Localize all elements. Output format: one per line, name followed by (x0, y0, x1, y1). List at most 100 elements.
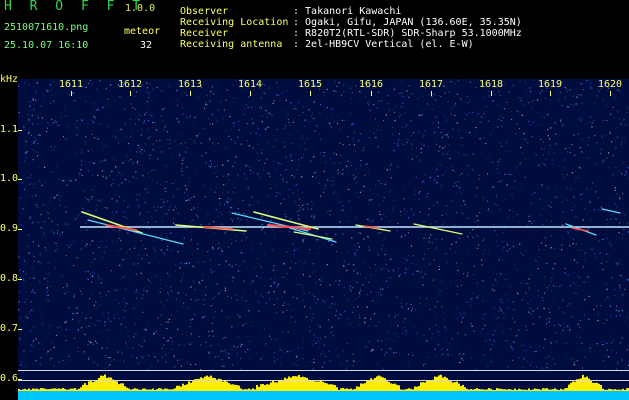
time-tick-mark (71, 91, 72, 96)
level-bar (474, 389, 476, 391)
time-tick-mark (550, 91, 551, 96)
level-bar (524, 389, 526, 391)
time-tick-label: 1612 (118, 79, 143, 90)
level-bar (390, 383, 392, 391)
frequency-tick-label: 0.7 (0, 323, 19, 334)
level-bar (348, 389, 350, 391)
level-bar (402, 389, 404, 391)
level-bar (112, 379, 114, 391)
level-bar (554, 388, 556, 391)
frequency-tick-mark (18, 379, 22, 380)
time-tick-label: 1620 (598, 79, 623, 90)
level-bar (448, 379, 450, 391)
level-bar (268, 384, 270, 391)
level-bar (64, 388, 66, 391)
level-bar (206, 375, 208, 391)
level-bar (238, 385, 240, 391)
level-bar (508, 389, 510, 391)
image-filename: 2510071610.png (4, 22, 89, 33)
frequency-tick-label: 1.0 (0, 173, 19, 184)
meteor-echo-streak (601, 208, 621, 214)
level-bar (528, 388, 530, 391)
level-bar (388, 381, 390, 391)
level-bar (334, 385, 336, 391)
level-bar (90, 381, 92, 391)
time-tick-mark (310, 91, 311, 96)
level-bar (190, 382, 192, 391)
level-bar (266, 384, 268, 391)
level-bar (94, 381, 96, 391)
level-bar (354, 388, 356, 391)
level-bar (236, 385, 238, 391)
frequency-tick-mark (18, 229, 22, 230)
level-bar (568, 384, 570, 391)
level-bar (154, 390, 156, 391)
level-bar (298, 375, 300, 391)
level-bar (26, 389, 28, 391)
level-bar (326, 383, 328, 391)
level-bar (58, 388, 60, 391)
level-bar (172, 389, 174, 391)
level-bar (250, 389, 252, 391)
level-bar (358, 386, 360, 391)
level-bar (458, 383, 460, 391)
meteor-echo-streak (293, 231, 333, 240)
level-bar (434, 376, 436, 391)
level-bar (410, 388, 412, 391)
level-bar (132, 388, 134, 391)
level-bar (262, 384, 264, 391)
level-bar (100, 375, 102, 391)
time-tick-label: 1613 (178, 79, 203, 90)
level-bar (144, 388, 146, 391)
level-bar (38, 389, 40, 391)
level-bar (592, 382, 594, 391)
level-bar (520, 389, 522, 391)
level-bar (552, 389, 554, 391)
level-bar (480, 389, 482, 391)
level-bar (620, 389, 622, 391)
time-tick-label: 1614 (238, 79, 263, 90)
level-bar (288, 376, 290, 391)
level-bar (612, 389, 614, 391)
level-bar (404, 389, 406, 391)
level-bar (320, 380, 322, 391)
level-bar (488, 388, 490, 391)
time-tick-label: 1618 (479, 79, 504, 90)
frequency-tick-mark (18, 279, 22, 280)
level-bar (240, 388, 242, 391)
meteor-echo-streak (87, 219, 184, 245)
level-bar (230, 384, 232, 391)
level-bar (546, 388, 548, 391)
level-bar (254, 389, 256, 391)
level-bar (610, 389, 612, 391)
level-bar (380, 376, 382, 391)
time-tick-mark (491, 91, 492, 96)
level-bar (104, 374, 106, 391)
level-bar (208, 376, 210, 391)
level-bar (92, 382, 94, 391)
level-bar (56, 388, 58, 391)
level-bar (544, 388, 546, 391)
level-bar (124, 386, 126, 391)
level-bar (490, 388, 492, 391)
level-bar (34, 388, 36, 391)
level-bar (454, 382, 456, 391)
frequency-tick-mark (18, 179, 22, 180)
level-bar (170, 389, 172, 391)
level-bar (168, 389, 170, 391)
level-bar (462, 384, 464, 391)
level-bar (464, 387, 466, 391)
level-bar (224, 380, 226, 391)
level-bar (336, 387, 338, 391)
level-bar (394, 383, 396, 391)
level-bar (46, 389, 48, 391)
level-bar (74, 388, 76, 391)
level-bar (72, 388, 74, 391)
level-bar (186, 384, 188, 391)
level-bar (42, 388, 44, 391)
level-bar (364, 383, 366, 391)
time-tick-mark (250, 91, 251, 96)
level-bar (118, 384, 120, 391)
level-bar (398, 385, 400, 391)
level-bar (342, 388, 344, 391)
